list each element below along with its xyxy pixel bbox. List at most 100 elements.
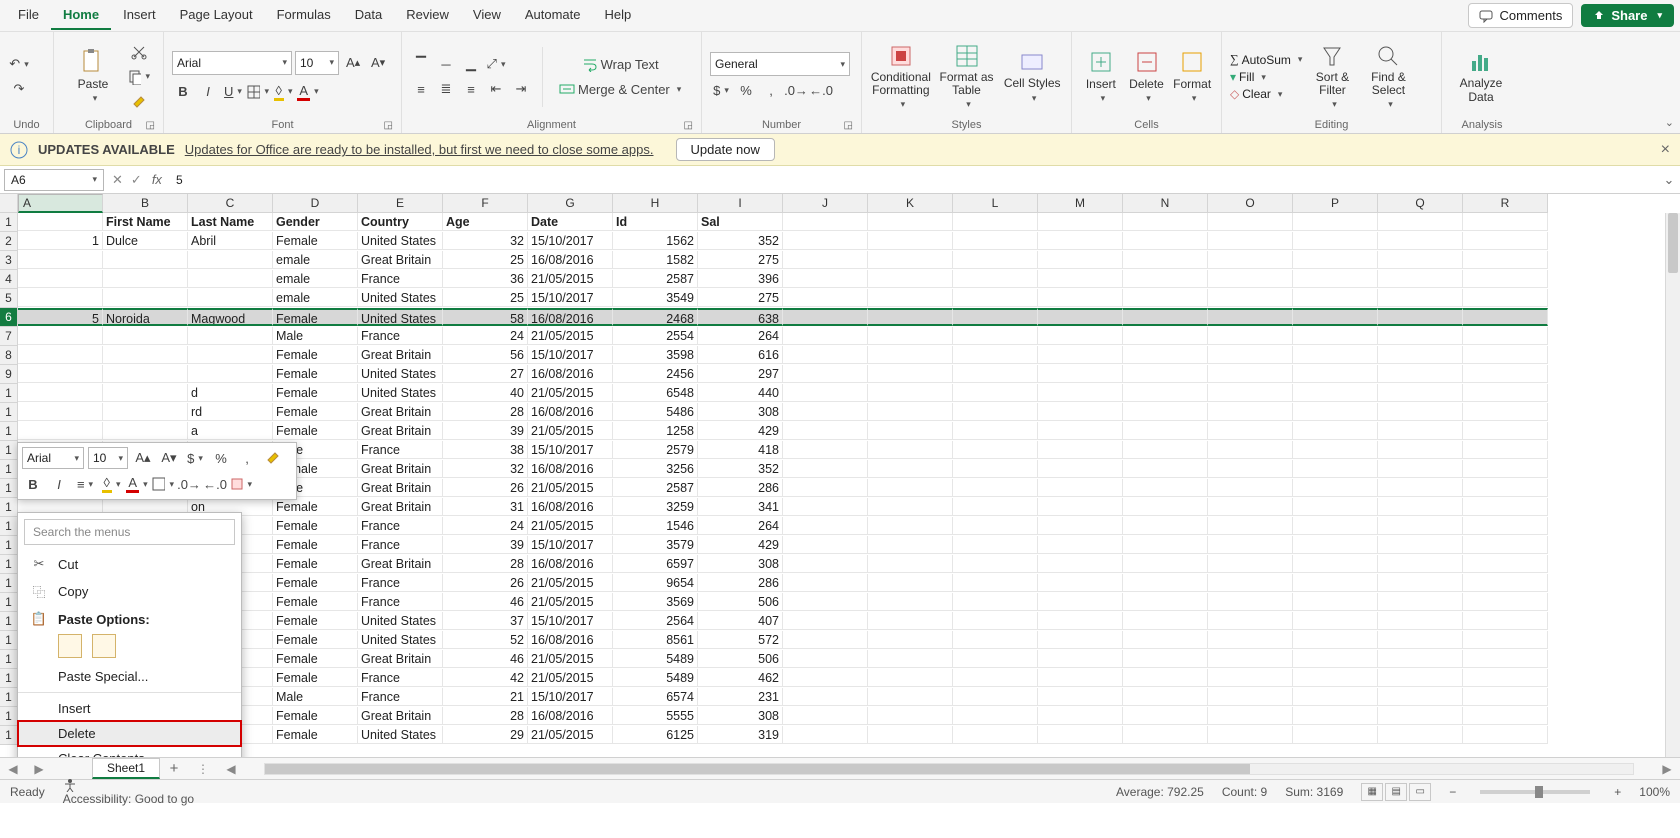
cell[interactable]: [1293, 612, 1378, 630]
cell[interactable]: Female: [273, 650, 358, 668]
cell[interactable]: [1463, 688, 1548, 706]
cell[interactable]: [103, 251, 188, 269]
cell[interactable]: [1463, 669, 1548, 687]
cell[interactable]: [1378, 289, 1463, 307]
cell[interactable]: [1208, 650, 1293, 668]
cell[interactable]: [783, 555, 868, 573]
menu-data[interactable]: Data: [343, 1, 394, 30]
cell[interactable]: 37: [443, 612, 528, 630]
cell[interactable]: 21/05/2015: [528, 574, 613, 592]
cell[interactable]: [1293, 346, 1378, 364]
cell[interactable]: [953, 726, 1038, 744]
cell[interactable]: [1378, 707, 1463, 725]
cell[interactable]: [188, 251, 273, 269]
row-header[interactable]: 1: [0, 441, 18, 460]
paste-option-1[interactable]: [58, 634, 82, 658]
cell[interactable]: [1123, 498, 1208, 516]
cell[interactable]: [1123, 669, 1208, 687]
cell[interactable]: [1123, 650, 1208, 668]
cell[interactable]: Great Britain: [358, 555, 443, 573]
cell[interactable]: [1208, 384, 1293, 402]
increase-decimal[interactable]: .0→: [785, 79, 807, 101]
cell[interactable]: France: [358, 517, 443, 535]
cell[interactable]: [868, 707, 953, 725]
cell[interactable]: [1208, 726, 1293, 744]
cell[interactable]: [1463, 479, 1548, 497]
cell[interactable]: [953, 384, 1038, 402]
cell[interactable]: [783, 726, 868, 744]
row-header[interactable]: 8: [0, 346, 18, 365]
cell[interactable]: [1463, 441, 1548, 459]
cell[interactable]: [868, 213, 953, 231]
cut-button[interactable]: [128, 41, 150, 63]
cell[interactable]: Female: [273, 574, 358, 592]
zoom-level[interactable]: 100%: [1639, 785, 1670, 799]
cell[interactable]: 1546: [613, 517, 698, 535]
cell[interactable]: 38: [443, 441, 528, 459]
cell[interactable]: 6125: [613, 726, 698, 744]
spreadsheet-grid[interactable]: ABCDEFGHIJKLMNOPQR1First NameLast NameGe…: [0, 194, 1680, 757]
row-header[interactable]: 5: [0, 289, 18, 308]
cell[interactable]: [1123, 460, 1208, 478]
cell[interactable]: Female: [273, 517, 358, 535]
cell[interactable]: [1208, 289, 1293, 307]
view-normal[interactable]: ▦: [1361, 783, 1383, 801]
cell[interactable]: [1038, 726, 1123, 744]
cell[interactable]: 462: [698, 669, 783, 687]
cell[interactable]: [103, 327, 188, 345]
cell[interactable]: 286: [698, 479, 783, 497]
cell[interactable]: 15/10/2017: [528, 289, 613, 307]
cell[interactable]: 26: [443, 574, 528, 592]
format-painter-button[interactable]: [128, 91, 150, 113]
cell[interactable]: Female: [273, 707, 358, 725]
cell[interactable]: 15/10/2017: [528, 441, 613, 459]
cell[interactable]: [1123, 707, 1208, 725]
cell[interactable]: [1038, 460, 1123, 478]
cell[interactable]: rd: [188, 403, 273, 421]
cell[interactable]: 15/10/2017: [528, 232, 613, 250]
cell[interactable]: 16/08/2016: [528, 460, 613, 478]
mini-percent[interactable]: %: [210, 447, 232, 469]
cell[interactable]: [868, 631, 953, 649]
cell[interactable]: 5555: [613, 707, 698, 725]
cell[interactable]: [868, 726, 953, 744]
cell[interactable]: [1208, 555, 1293, 573]
align-middle[interactable]: ─: [435, 53, 457, 75]
cell[interactable]: [953, 232, 1038, 250]
cell[interactable]: United States: [358, 289, 443, 307]
fill-button[interactable]: ▾Fill▾: [1230, 70, 1302, 84]
cell[interactable]: [1038, 308, 1123, 326]
cell[interactable]: 16/08/2016: [528, 365, 613, 383]
cell[interactable]: [868, 251, 953, 269]
col-header[interactable]: R: [1463, 194, 1548, 213]
cell[interactable]: 638: [698, 308, 783, 326]
cell[interactable]: [1123, 517, 1208, 535]
cell[interactable]: [1293, 688, 1378, 706]
cell[interactable]: [1463, 213, 1548, 231]
cell[interactable]: [1463, 270, 1548, 288]
cell[interactable]: 5489: [613, 650, 698, 668]
cell[interactable]: 297: [698, 365, 783, 383]
cell[interactable]: [953, 327, 1038, 345]
cell[interactable]: 616: [698, 346, 783, 364]
cell[interactable]: 1: [18, 232, 103, 250]
cell[interactable]: [103, 365, 188, 383]
cell[interactable]: [1378, 669, 1463, 687]
cell[interactable]: 6574: [613, 688, 698, 706]
cell[interactable]: [1463, 555, 1548, 573]
cell[interactable]: [1293, 308, 1378, 326]
cell[interactable]: [1293, 441, 1378, 459]
cell[interactable]: 16/08/2016: [528, 403, 613, 421]
mini-italic[interactable]: I: [48, 473, 70, 495]
row-header[interactable]: 1: [0, 555, 18, 574]
row-header[interactable]: 6: [0, 308, 18, 327]
copy-button[interactable]: ▾: [128, 66, 150, 88]
cell[interactable]: emale: [273, 251, 358, 269]
paste-button[interactable]: Paste▾: [62, 38, 124, 116]
cell[interactable]: 440: [698, 384, 783, 402]
cell[interactable]: [1208, 441, 1293, 459]
fx-icon[interactable]: fx: [146, 172, 168, 187]
cell[interactable]: First Name: [103, 213, 188, 231]
row-header[interactable]: 1: [0, 517, 18, 536]
cell[interactable]: [1208, 308, 1293, 326]
